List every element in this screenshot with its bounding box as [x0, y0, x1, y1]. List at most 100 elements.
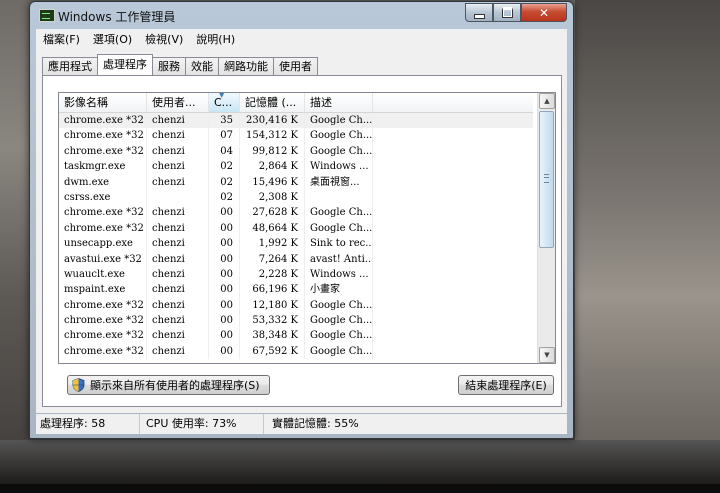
- cell-memory: 53,332 K: [240, 313, 305, 329]
- process-row[interactable]: taskmgr.exe chenzi 02 2,864 K Windows ...: [59, 159, 533, 175]
- status-cpu-usage: CPU 使用率: 73%: [140, 414, 264, 434]
- process-row[interactable]: csrss.exe 02 2,308 K: [59, 189, 533, 206]
- process-row[interactable]: chrome.exe *32 chenzi 00 53,332 K Google Ch.…: [59, 313, 533, 329]
- vertical-scrollbar[interactable]: ▲ ▼: [537, 93, 555, 363]
- status-physical-memory: 實體記憶體: 55%: [272, 417, 359, 430]
- window-title: Windows 工作管理員: [58, 10, 176, 24]
- title-bar[interactable]: Windows 工作管理員 ✕: [30, 2, 573, 28]
- scroll-up-button[interactable]: ▲: [539, 93, 555, 109]
- process-list: 影像名稱 使用者... ▼ C... 記憶體 (... 描述 chrome.ex…: [58, 92, 556, 364]
- cell-description: Google Ch...: [305, 328, 373, 344]
- menu-view[interactable]: 檢視(V): [138, 31, 189, 47]
- background-wall: [575, 0, 720, 493]
- cell-description: [305, 189, 373, 206]
- column-cpu[interactable]: ▼ C...: [209, 93, 240, 112]
- process-row[interactable]: chrome.exe *32 chenzi 07 154,312 K Google Ch…: [59, 128, 533, 144]
- cell-description: Windows ...: [305, 159, 373, 175]
- scroll-thumb[interactable]: [539, 111, 554, 248]
- cell-image-name: taskmgr.exe: [59, 159, 147, 175]
- cell-user-name: chenzi: [147, 174, 209, 190]
- process-row[interactable]: chrome.exe *32 chenzi 00 38,348 K Google Ch.…: [59, 328, 533, 344]
- cell-image-name: mspaint.exe: [59, 282, 147, 298]
- process-row[interactable]: chrome.exe *32 chenzi 00 48,664 K Google Ch.…: [59, 220, 533, 237]
- cell-memory: 15,496 K: [240, 174, 305, 190]
- column-description[interactable]: 描述: [305, 93, 373, 112]
- cell-description: Google Ch...: [305, 297, 373, 314]
- scroll-down-button[interactable]: ▼: [539, 347, 555, 363]
- status-bar: 處理程序: 58 CPU 使用率: 73% 實體記憶體: 55%: [36, 414, 567, 434]
- cell-image-name: chrome.exe *32: [59, 297, 147, 314]
- cell-memory: 67,592 K: [240, 343, 305, 360]
- process-row[interactable]: avastui.exe *32 chenzi 00 7,264 Kavast! Ant…: [59, 251, 533, 267]
- column-user-name[interactable]: 使用者...: [147, 93, 209, 112]
- list-header: 影像名稱 使用者... ▼ C... 記憶體 (... 描述: [59, 93, 533, 113]
- cell-image-name: chrome.exe *32: [59, 128, 147, 144]
- cell-cpu: 00: [209, 236, 240, 252]
- process-row[interactable]: wuauclt.exe chenzi 00 2,228 K Windows ...: [59, 266, 533, 283]
- column-filler: [373, 93, 533, 112]
- tab-strip: 應用程式 處理程序 服務 效能 網路功能 使用者: [42, 54, 318, 75]
- process-rows: chrome.exe *32 chenzi 35 230,416 K Google Ch…: [59, 113, 533, 360]
- tab-applications[interactable]: 應用程式: [42, 57, 98, 75]
- cell-description: Google Ch...: [305, 343, 373, 360]
- grip-icon: [544, 174, 549, 183]
- end-process-button[interactable]: 結束處理程序(E): [458, 375, 554, 395]
- task-manager-window: Windows 工作管理員 ✕ 檔案(F) 選項(O) 檢視(V) 說明(H) …: [29, 1, 574, 439]
- cell-cpu: 00: [209, 220, 240, 237]
- process-row[interactable]: chrome.exe *32 chenzi 04 99,812 K Google Ch.…: [59, 143, 533, 160]
- show-all-users-button[interactable]: 顯示來自所有使用者的處理程序(S): [67, 375, 270, 395]
- cell-user-name: chenzi: [147, 113, 209, 129]
- process-row[interactable]: chrome.exe *32 chenzi 00 27,628 K Google Ch.…: [59, 205, 533, 221]
- scroll-up-icon: ▲: [544, 97, 550, 105]
- cell-memory: 7,264 K: [240, 251, 305, 267]
- cell-image-name: chrome.exe *32: [59, 343, 147, 360]
- cell-description: Google Ch...: [305, 128, 373, 144]
- process-row[interactable]: chrome.exe *32 chenzi 35 230,416 K Google Ch…: [59, 113, 533, 129]
- cell-user-name: chenzi: [147, 282, 209, 298]
- tab-users[interactable]: 使用者: [273, 57, 318, 75]
- close-button[interactable]: ✕: [521, 3, 567, 22]
- cell-cpu: 00: [209, 282, 240, 298]
- cell-image-name: unsecapp.exe: [59, 236, 147, 252]
- cell-memory: 230,416 K: [240, 113, 305, 129]
- process-row[interactable]: dwm.exe chenzi 02 15,496 K 桌面視窗...: [59, 174, 533, 190]
- cell-user-name: chenzi: [147, 205, 209, 221]
- cell-memory: 66,196 K: [240, 282, 305, 298]
- cell-cpu: 00: [209, 251, 240, 267]
- process-row[interactable]: chrome.exe *32 chenzi 00 67,592 K Google Ch.…: [59, 343, 533, 360]
- cell-image-name: chrome.exe *32: [59, 205, 147, 221]
- tab-services[interactable]: 服務: [152, 57, 186, 75]
- cell-user-name: [147, 189, 209, 206]
- tab-networking[interactable]: 網路功能: [218, 57, 274, 75]
- menu-options[interactable]: 選項(O): [86, 31, 138, 47]
- menu-file[interactable]: 檔案(F): [36, 31, 86, 47]
- cell-user-name: chenzi: [147, 313, 209, 329]
- process-row[interactable]: unsecapp.exe chenzi 00 1,992 K Sink to rec..…: [59, 236, 533, 252]
- cell-description: Google Ch...: [305, 205, 373, 221]
- taskbar-edge: [0, 484, 720, 493]
- minimize-button[interactable]: [465, 3, 493, 22]
- column-memory[interactable]: 記憶體 (...: [240, 93, 305, 112]
- cell-description: Google Ch...: [305, 220, 373, 237]
- process-row[interactable]: mspaint.exe chenzi 00 66,196 K 小畫家: [59, 282, 533, 298]
- tab-performance[interactable]: 效能: [185, 57, 219, 75]
- cell-description: 桌面視窗...: [305, 174, 373, 190]
- cell-description: Windows ...: [305, 266, 373, 283]
- cell-cpu: 00: [209, 343, 240, 360]
- maximize-button[interactable]: [493, 3, 521, 22]
- menu-help[interactable]: 說明(H): [189, 31, 241, 47]
- cell-image-name: chrome.exe *32: [59, 220, 147, 237]
- cell-memory: 2,308 K: [240, 189, 305, 206]
- content-area: 應用程式 處理程序 服務 效能 網路功能 使用者 影像名稱 使用者... ▼ C…: [36, 48, 567, 413]
- process-row[interactable]: chrome.exe *32 chenzi 00 12,180 K Google Ch.…: [59, 297, 533, 314]
- sort-down-icon: ▼: [219, 93, 225, 99]
- cell-user-name: chenzi: [147, 143, 209, 160]
- cell-image-name: chrome.exe *32: [59, 313, 147, 329]
- column-image-name[interactable]: 影像名稱: [59, 93, 147, 112]
- cell-description: 小畫家: [305, 282, 373, 298]
- cell-user-name: chenzi: [147, 159, 209, 175]
- cell-user-name: chenzi: [147, 220, 209, 237]
- cell-cpu: 00: [209, 266, 240, 283]
- tab-processes[interactable]: 處理程序: [97, 54, 153, 75]
- cell-description: avast! Anti...: [305, 251, 373, 267]
